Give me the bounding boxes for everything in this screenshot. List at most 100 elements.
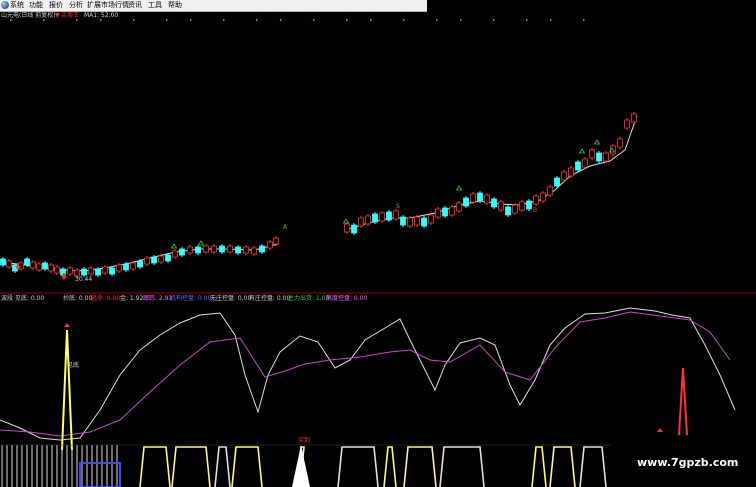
candle-body — [547, 186, 553, 196]
top-tick — [550, 19, 552, 21]
candle-body — [568, 167, 574, 177]
candle-body — [6, 260, 12, 268]
indicator-item: 抄底: 0.00 — [63, 295, 93, 302]
signal-block — [171, 446, 211, 487]
candle-body — [491, 198, 497, 208]
candle-body — [603, 152, 609, 162]
candle-body — [137, 260, 143, 268]
candle-body — [624, 119, 630, 129]
candle-body — [48, 264, 54, 272]
signal-block — [439, 446, 485, 487]
signal-block — [139, 446, 171, 487]
top-tick — [526, 19, 528, 21]
signal-block — [549, 446, 576, 487]
candle-body — [158, 255, 164, 263]
candle-body — [498, 201, 504, 211]
candle-body — [195, 246, 201, 254]
top-tick — [133, 19, 135, 21]
indicator-item: 机构控盘: 0.00 — [170, 295, 212, 302]
candle-body — [54, 266, 60, 274]
control-box — [79, 462, 121, 487]
candle-body — [421, 217, 427, 227]
candle-body — [596, 152, 602, 162]
candle-body — [267, 241, 273, 249]
candle-body — [393, 210, 399, 220]
candle-body — [273, 237, 279, 245]
top-tick — [166, 19, 168, 21]
candle-body — [344, 223, 350, 233]
top-tick — [280, 19, 282, 21]
sell-marker: S — [396, 203, 400, 210]
indicator-item: 高度控盘: 0.00 — [326, 295, 368, 302]
top-tick — [223, 19, 225, 21]
candle-body — [102, 266, 108, 274]
candle-body — [67, 267, 73, 275]
candle-body — [512, 204, 518, 214]
top-tick — [100, 19, 102, 21]
signal-block — [214, 446, 231, 487]
sell-marker-icon — [455, 185, 463, 191]
top-tick — [370, 19, 372, 21]
top-tick — [43, 19, 45, 21]
candle-body — [561, 171, 567, 181]
candle-body — [88, 267, 94, 275]
top-tick — [436, 19, 438, 21]
candle-body — [0, 258, 6, 266]
indicator-item: 主力出货: 1.00 — [288, 295, 330, 302]
candle-body — [36, 263, 42, 271]
candle-body — [407, 217, 413, 227]
top-tick — [460, 19, 462, 21]
candle-body — [386, 211, 392, 221]
white-spike — [292, 445, 310, 487]
buy-marker: B — [533, 207, 538, 214]
exit-spike — [678, 367, 688, 436]
sell-marker-icon — [170, 243, 178, 249]
candle-body — [251, 247, 257, 255]
sell-marker-icon — [578, 148, 586, 154]
candle-body — [227, 245, 233, 253]
candle-body — [428, 214, 434, 224]
indicator-name: 波段 见底: 0.00 — [1, 295, 45, 302]
candle-body — [589, 149, 595, 159]
candle-body — [456, 202, 462, 212]
candle-body — [116, 264, 122, 272]
k-line — [0, 307, 736, 441]
indicator-item: 有庄控盘: 0.00 — [249, 295, 291, 302]
candle-body — [540, 192, 546, 202]
chart-canvas[interactable] — [0, 0, 756, 487]
d-line — [0, 311, 731, 437]
candle-body — [617, 138, 623, 148]
buy-label: 买到 — [298, 437, 311, 444]
spike-marker-icon — [64, 323, 70, 327]
signal-block — [383, 446, 397, 487]
candle-body — [95, 268, 101, 276]
candle-body — [554, 177, 560, 187]
signal-block — [231, 446, 263, 487]
candle-body — [533, 195, 539, 205]
candle-body — [187, 246, 193, 254]
candle-body — [203, 245, 209, 253]
low-price-label: 30.44 — [75, 276, 93, 283]
up-marker: A — [283, 224, 288, 231]
candle-body — [519, 201, 525, 211]
candle-body — [123, 263, 129, 271]
sell-marker-icon — [593, 139, 601, 145]
candle-body — [365, 215, 371, 225]
candle-body — [582, 158, 588, 168]
indicator-item: 无庄控盘: 0.00 — [210, 295, 252, 302]
candle-body — [24, 258, 30, 266]
candle-body — [351, 224, 357, 234]
candle-body — [358, 217, 364, 227]
candle-body — [109, 267, 115, 275]
candle-body — [379, 212, 385, 222]
candle-body — [400, 216, 406, 226]
candle-body — [477, 192, 483, 202]
candle-body — [42, 262, 48, 270]
signal-block — [531, 446, 547, 487]
candle-body — [631, 113, 637, 123]
top-tick — [313, 19, 315, 21]
top-tick — [583, 19, 585, 21]
sell-marker-icon — [342, 218, 350, 224]
signal-block — [337, 446, 379, 487]
indicator-item: 金: 1.92 — [120, 295, 144, 302]
